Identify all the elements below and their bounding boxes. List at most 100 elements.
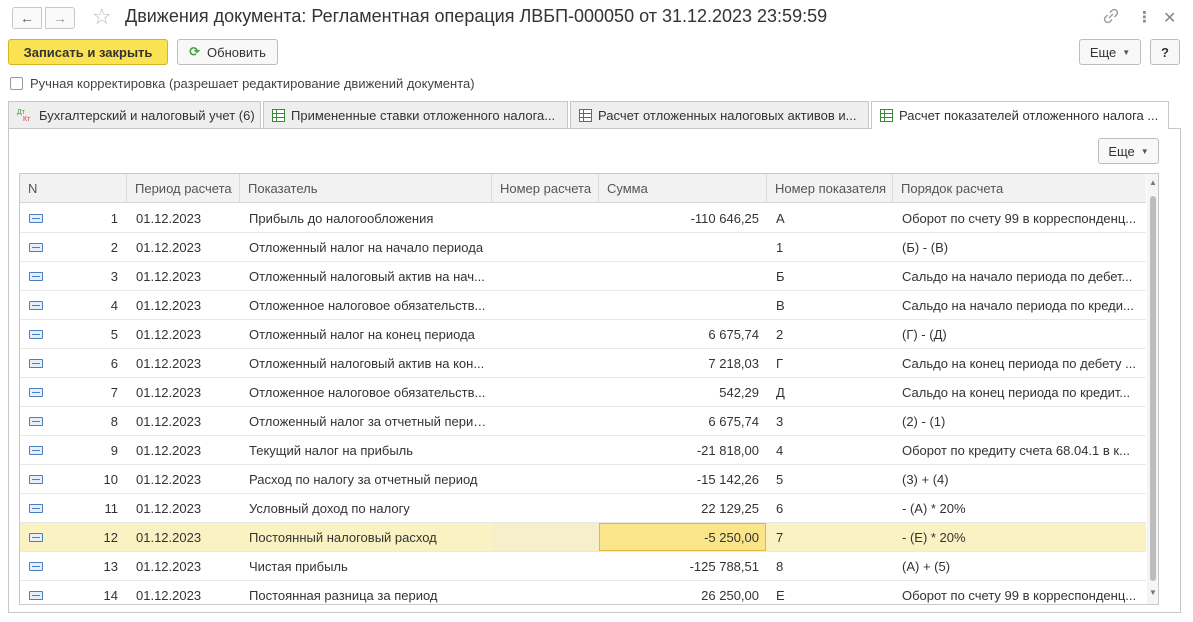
cell-period[interactable]: 01.12.2023 bbox=[136, 407, 236, 436]
cell-indicator[interactable]: Чистая прибыль bbox=[249, 552, 487, 581]
cell-n[interactable]: 7 bbox=[48, 378, 118, 407]
cell-period[interactable]: 01.12.2023 bbox=[136, 465, 236, 494]
scroll-down-icon[interactable]: ▼ bbox=[1149, 588, 1157, 597]
cell-calc-order[interactable]: Сальдо на конец периода по кредит... bbox=[902, 378, 1142, 407]
cell-n[interactable]: 13 bbox=[48, 552, 118, 581]
cell-n[interactable]: 9 bbox=[48, 436, 118, 465]
cell-n[interactable]: 5 bbox=[48, 320, 118, 349]
cell-sum[interactable]: -5 250,00 bbox=[603, 523, 759, 552]
column-header-indicator[interactable]: Показатель bbox=[240, 174, 492, 203]
forward-button[interactable]: → bbox=[45, 7, 75, 29]
table-row[interactable]: 9 01.12.2023 Текущий налог на прибыль -21 8… bbox=[20, 436, 1146, 465]
cell-calc-number[interactable] bbox=[501, 233, 593, 262]
tab-applied-rates[interactable]: Примененные ставки отложенного налога... bbox=[263, 101, 568, 128]
manual-edit-checkbox[interactable] bbox=[10, 77, 23, 90]
cell-sum[interactable]: 542,29 bbox=[603, 378, 759, 407]
cell-calc-number[interactable] bbox=[501, 320, 593, 349]
save-and-close-button[interactable]: Записать и закрыть bbox=[8, 39, 168, 65]
cell-sum[interactable]: -21 818,00 bbox=[603, 436, 759, 465]
cell-period[interactable]: 01.12.2023 bbox=[136, 291, 236, 320]
cell-indicator[interactable]: Отложенный налоговый актив на нач... bbox=[249, 262, 487, 291]
cell-indicator[interactable]: Постоянная разница за период bbox=[249, 581, 487, 604]
cell-indicator-number[interactable]: 8 bbox=[776, 552, 886, 581]
panel-more-button[interactable]: Еще ▼ bbox=[1098, 138, 1159, 164]
cell-calc-number[interactable] bbox=[501, 523, 593, 552]
tab-deferred-assets[interactable]: Расчет отложенных налоговых активов и... bbox=[570, 101, 869, 128]
cell-indicator-number[interactable]: Е bbox=[776, 581, 886, 604]
column-header-period[interactable]: Период расчета bbox=[127, 174, 240, 203]
close-icon[interactable]: ✕ bbox=[1163, 8, 1176, 28]
cell-n[interactable]: 12 bbox=[48, 523, 118, 552]
cell-calc-order[interactable]: Сальдо на начало периода по креди... bbox=[902, 291, 1142, 320]
table-row[interactable]: 5 01.12.2023 Отложенный налог на конец пер… bbox=[20, 320, 1146, 349]
cell-indicator[interactable]: Отложенный налог на конец периода bbox=[249, 320, 487, 349]
table-row[interactable]: 1 01.12.2023 Прибыль до налогообложения -11… bbox=[20, 204, 1146, 233]
cell-calc-order[interactable]: (3) + (4) bbox=[902, 465, 1142, 494]
cell-period[interactable]: 01.12.2023 bbox=[136, 436, 236, 465]
cell-calc-order[interactable]: (2) - (1) bbox=[902, 407, 1142, 436]
table-row[interactable]: 12 01.12.2023 Постоянный налоговый расход -… bbox=[20, 523, 1146, 552]
cell-calc-number[interactable] bbox=[501, 291, 593, 320]
tab-deferred-indicators[interactable]: Расчет показателей отложенного налога ..… bbox=[871, 101, 1169, 129]
column-header-n[interactable]: N bbox=[20, 174, 127, 203]
cell-n[interactable]: 8 bbox=[48, 407, 118, 436]
cell-indicator-number[interactable]: Г bbox=[776, 349, 886, 378]
scroll-up-icon[interactable]: ▲ bbox=[1149, 178, 1157, 187]
cell-indicator[interactable]: Расход по налогу за отчетный период bbox=[249, 465, 487, 494]
cell-calc-number[interactable] bbox=[501, 407, 593, 436]
more-vertical-icon[interactable]: ⋮ bbox=[1137, 8, 1152, 26]
manual-edit-row[interactable]: Ручная корректировка (разрешает редактир… bbox=[10, 76, 475, 91]
scroll-thumb[interactable] bbox=[1150, 196, 1156, 581]
cell-calc-order[interactable]: Сальдо на начало периода по дебет... bbox=[902, 262, 1142, 291]
cell-period[interactable]: 01.12.2023 bbox=[136, 494, 236, 523]
cell-sum[interactable] bbox=[603, 262, 759, 291]
cell-calc-number[interactable] bbox=[501, 494, 593, 523]
tab-accounting[interactable]: Дт Кт Бухгалтерский и налоговый учет (6) bbox=[8, 101, 261, 128]
cell-calc-order[interactable]: Оборот по счету 99 в корреспонденц... bbox=[902, 581, 1142, 604]
more-menu-button[interactable]: Еще ▼ bbox=[1079, 39, 1141, 65]
cell-sum[interactable]: 7 218,03 bbox=[603, 349, 759, 378]
cell-calc-number[interactable] bbox=[501, 204, 593, 233]
cell-calc-number[interactable] bbox=[501, 378, 593, 407]
cell-sum[interactable]: 22 129,25 bbox=[603, 494, 759, 523]
cell-period[interactable]: 01.12.2023 bbox=[136, 204, 236, 233]
cell-period[interactable]: 01.12.2023 bbox=[136, 552, 236, 581]
cell-calc-number[interactable] bbox=[501, 552, 593, 581]
cell-sum[interactable]: 26 250,00 bbox=[603, 581, 759, 604]
table-row[interactable]: 10 01.12.2023 Расход по налогу за отчетный… bbox=[20, 465, 1146, 494]
column-header-indicator-number[interactable]: Номер показателя bbox=[767, 174, 893, 203]
cell-indicator-number[interactable]: 4 bbox=[776, 436, 886, 465]
cell-indicator[interactable]: Отложенное налоговое обязательств... bbox=[249, 291, 487, 320]
cell-indicator[interactable]: Отложенный налог на начало периода bbox=[249, 233, 487, 262]
cell-period[interactable]: 01.12.2023 bbox=[136, 320, 236, 349]
column-header-calc-order[interactable]: Порядок расчета bbox=[893, 174, 1146, 203]
cell-indicator-number[interactable]: 2 bbox=[776, 320, 886, 349]
link-icon[interactable] bbox=[1103, 8, 1119, 28]
cell-calc-number[interactable] bbox=[501, 581, 593, 604]
cell-indicator[interactable]: Отложенный налог за отчетный период bbox=[249, 407, 487, 436]
cell-sum[interactable]: -125 788,51 bbox=[603, 552, 759, 581]
cell-indicator-number[interactable]: В bbox=[776, 291, 886, 320]
cell-n[interactable]: 10 bbox=[48, 465, 118, 494]
cell-n[interactable]: 11 bbox=[48, 494, 119, 523]
cell-calc-order[interactable]: (Б) - (В) bbox=[902, 233, 1142, 262]
cell-sum[interactable]: 6 675,74 bbox=[603, 407, 759, 436]
cell-indicator-number[interactable]: 3 bbox=[776, 407, 886, 436]
table-row[interactable]: 8 01.12.2023 Отложенный налог за отчетный … bbox=[20, 407, 1146, 436]
cell-sum[interactable] bbox=[603, 233, 759, 262]
cell-calc-order[interactable]: Оборот по счету 99 в корреспонденц... bbox=[902, 204, 1142, 233]
cell-calc-order[interactable]: (А) + (5) bbox=[902, 552, 1142, 581]
cell-calc-order[interactable]: (Г) - (Д) bbox=[902, 320, 1142, 349]
cell-sum[interactable] bbox=[603, 291, 759, 320]
cell-n[interactable]: 1 bbox=[48, 204, 118, 233]
favorite-star-icon[interactable]: ☆ bbox=[92, 4, 112, 30]
cell-calc-order[interactable]: - (А) * 20% bbox=[902, 494, 1142, 523]
cell-indicator-number[interactable]: 6 bbox=[776, 494, 886, 523]
cell-calc-number[interactable] bbox=[501, 262, 593, 291]
cell-indicator-number[interactable]: 5 bbox=[776, 465, 886, 494]
cell-indicator[interactable]: Прибыль до налогообложения bbox=[249, 204, 487, 233]
table-row[interactable]: 7 01.12.2023 Отложенное налоговое обязател… bbox=[20, 378, 1146, 407]
table-row[interactable]: 11 01.12.2023 Условный доход по налогу 22 1… bbox=[20, 494, 1146, 523]
vertical-scrollbar[interactable]: ▲ ▼ bbox=[1147, 174, 1158, 604]
cell-indicator-number[interactable]: Б bbox=[776, 262, 886, 291]
